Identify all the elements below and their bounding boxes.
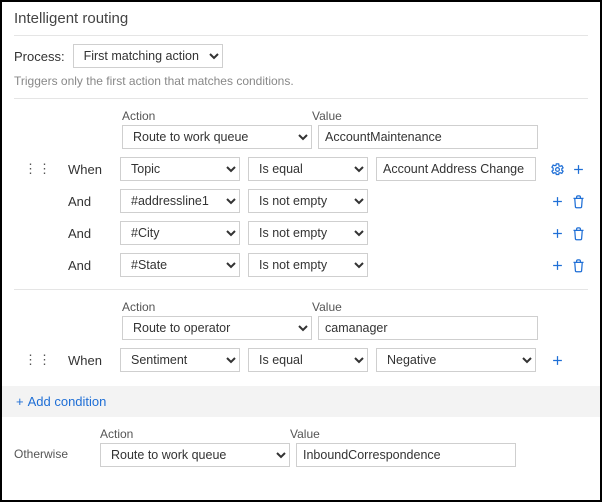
trash-icon[interactable] xyxy=(571,258,586,273)
operator-select[interactable]: Is equal xyxy=(248,348,368,372)
routing-group: Action Value Route to operator ⋮⋮ When S… xyxy=(14,300,588,372)
field-select[interactable]: #City xyxy=(120,221,240,245)
otherwise-section: Otherwise Action Value Route to work que… xyxy=(2,417,600,479)
value-header: Value xyxy=(312,300,342,314)
and-keyword: And xyxy=(68,194,112,209)
divider xyxy=(14,98,588,99)
and-keyword: And xyxy=(68,258,112,273)
process-hint: Triggers only the first action that matc… xyxy=(14,74,588,88)
action-header: Action xyxy=(122,300,312,314)
value-header: Value xyxy=(290,427,320,441)
routing-group: Action Value Route to work queue ⋮⋮ When… xyxy=(14,109,588,277)
action-select[interactable]: Route to work queue xyxy=(122,125,312,149)
divider xyxy=(14,35,588,36)
when-keyword: When xyxy=(68,162,112,177)
plus-icon[interactable] xyxy=(571,162,586,177)
plus-icon[interactable] xyxy=(550,258,565,273)
plus-icon[interactable] xyxy=(550,353,565,368)
drag-handle-icon[interactable]: ⋮⋮ xyxy=(24,352,38,368)
gear-icon[interactable] xyxy=(550,162,565,177)
condition-value-input[interactable] xyxy=(376,157,536,181)
trash-icon[interactable] xyxy=(571,226,586,241)
operator-select[interactable]: Is not empty xyxy=(248,189,368,213)
plus-icon: + xyxy=(16,394,24,409)
value-input[interactable] xyxy=(318,316,538,340)
drag-handle-icon[interactable]: ⋮⋮ xyxy=(24,161,38,177)
action-select[interactable]: Route to operator xyxy=(122,316,312,340)
value-input[interactable] xyxy=(318,125,538,149)
field-select[interactable]: Topic xyxy=(120,157,240,181)
action-header: Action xyxy=(122,109,312,123)
when-keyword: When xyxy=(68,353,112,368)
field-select[interactable]: #addressline1 xyxy=(120,189,240,213)
operator-select[interactable]: Is not empty xyxy=(248,253,368,277)
process-label: Process: xyxy=(14,49,65,64)
operator-select[interactable]: Is not empty xyxy=(248,221,368,245)
divider xyxy=(14,289,588,290)
plus-icon[interactable] xyxy=(550,226,565,241)
condition-value-select[interactable]: Negative xyxy=(376,348,536,372)
value-header: Value xyxy=(312,109,342,123)
operator-select[interactable]: Is equal xyxy=(248,157,368,181)
otherwise-value-input[interactable] xyxy=(296,443,516,467)
and-keyword: And xyxy=(68,226,112,241)
add-condition-button[interactable]: +Add condition xyxy=(2,386,600,417)
field-select[interactable]: #State xyxy=(120,253,240,277)
otherwise-action-select[interactable]: Route to work queue xyxy=(100,443,290,467)
process-select[interactable]: First matching action xyxy=(73,44,223,68)
field-select[interactable]: Sentiment xyxy=(120,348,240,372)
trash-icon[interactable] xyxy=(571,194,586,209)
page-title: Intelligent routing xyxy=(14,10,588,27)
plus-icon[interactable] xyxy=(550,194,565,209)
otherwise-label: Otherwise xyxy=(14,427,90,461)
action-header: Action xyxy=(100,427,290,441)
